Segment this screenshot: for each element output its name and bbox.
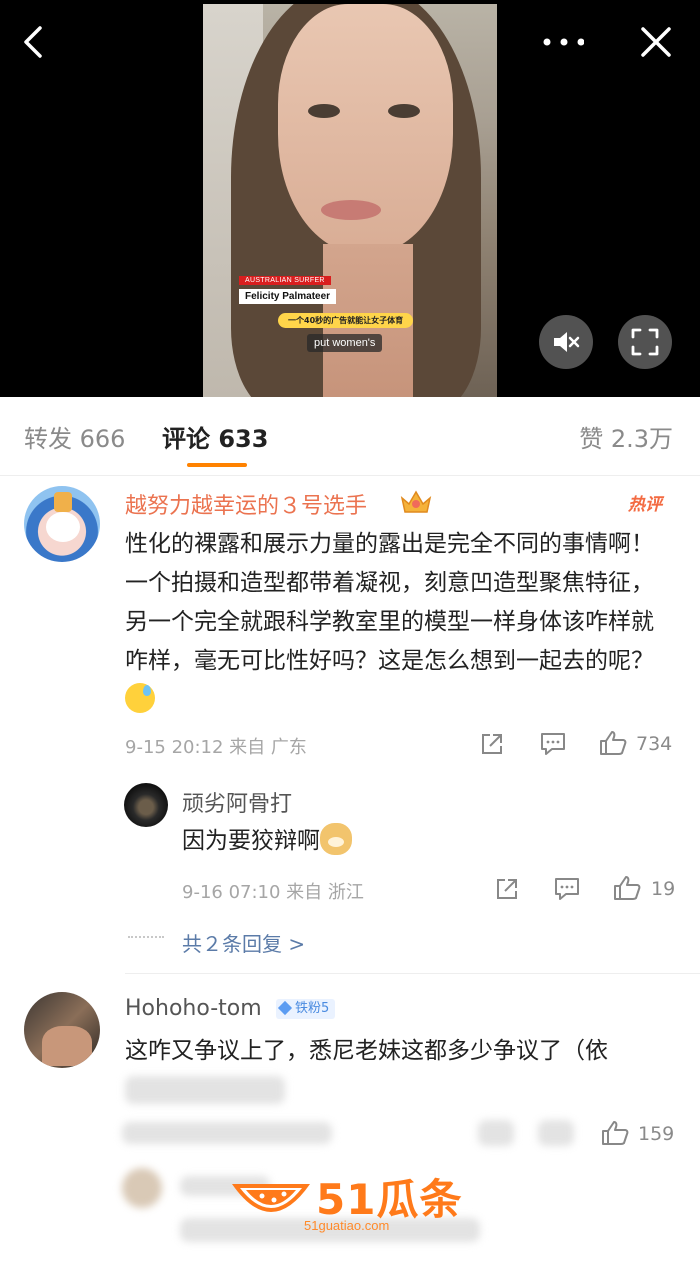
video-player[interactable]: AUSTRALIAN SURFER Felicity Palmateer 一个4… (0, 0, 700, 397)
tab-bar: 转发 666 评论 633 赞 2.3万 (0, 397, 700, 476)
fullscreen-button[interactable] (618, 315, 672, 369)
fan-level-badge: 铁粉5 (276, 999, 336, 1019)
comment-username[interactable]: 越努力越幸运的３号选手 (125, 488, 367, 520)
watermark-url: 51guatiao.com (304, 1218, 390, 1233)
reply-text: 因为要狡辩啊 (182, 822, 482, 861)
active-tab-indicator (187, 463, 247, 467)
comment-meta: 9-15 20:12 来自 广东 (125, 737, 307, 758)
diamond-icon (277, 1000, 293, 1016)
video-person-lips (321, 200, 381, 220)
more-dots-icon (543, 38, 585, 46)
watermelon-logo-icon (232, 1184, 310, 1212)
video-frame[interactable]: AUSTRALIAN SURFER Felicity Palmateer 一个4… (203, 4, 497, 397)
share-icon[interactable] (479, 731, 505, 757)
thumbs-up-icon[interactable] (612, 874, 642, 902)
share-icon[interactable] (494, 876, 520, 902)
like-count: 734 (636, 733, 673, 755)
close-button[interactable] (634, 20, 678, 64)
video-person-eye (388, 104, 420, 118)
avatar[interactable] (24, 992, 100, 1068)
doge-emoji-icon (320, 823, 352, 855)
fullscreen-icon (631, 328, 659, 356)
watermark: 51瓜条 51guatiao.com (228, 1166, 478, 1246)
like-count: 159 (638, 1123, 675, 1145)
comment-username[interactable]: Hohoho-tom (125, 996, 262, 1021)
reply-body: 因为要狡辩啊 (182, 828, 320, 854)
avatar[interactable] (24, 486, 100, 562)
tab-comments[interactable]: 评论 633 (162, 419, 268, 454)
back-button[interactable] (12, 20, 56, 64)
tab-likes[interactable]: 赞 2.3万 (579, 419, 673, 454)
replies-dots (128, 936, 164, 940)
mute-button[interactable] (539, 315, 593, 369)
like-count: 19 (651, 878, 676, 900)
avatar-hat (54, 492, 72, 512)
fan-badge-label: 铁粉5 (295, 1001, 330, 1016)
tab-repost[interactable]: 转发 666 (24, 419, 125, 454)
reply-meta: 9-16 07:10 来自 浙江 (182, 882, 364, 903)
lower-third-name: Felicity Palmateer (239, 289, 337, 304)
avatar-figure (42, 1026, 92, 1066)
blurred-action (538, 1120, 574, 1146)
thumbs-up-icon[interactable] (600, 1119, 630, 1147)
blurred-avatar (122, 1168, 162, 1208)
crown-icon (400, 490, 432, 513)
reply-username[interactable]: 顽劣阿骨打 (182, 786, 292, 818)
view-replies-link[interactable]: 共２条回复 > (182, 928, 305, 957)
comment-icon[interactable] (553, 876, 581, 902)
video-subtitle-en: put women's (307, 334, 383, 352)
sweat-smile-emoji-icon (125, 683, 155, 713)
hot-comment-badge: 热评 (628, 495, 662, 515)
comment-divider (125, 973, 700, 974)
speaker-muted-icon (554, 332, 580, 352)
blurred-text (125, 1076, 285, 1104)
blurred-meta (122, 1122, 332, 1144)
thumbs-up-icon[interactable] (598, 729, 628, 757)
avatar-face (46, 512, 80, 542)
more-button[interactable] (540, 20, 585, 64)
video-person-eye (308, 104, 340, 118)
comment-text: 性化的裸露和展示力量的露出是完全不同的事情啊！一个拍摄和造型都带着凝视，刻意凹造… (125, 525, 673, 720)
comment-icon[interactable] (539, 731, 567, 757)
chevron-left-icon (24, 26, 42, 58)
avatar[interactable] (124, 783, 168, 827)
comment-body: 性化的裸露和展示力量的露出是完全不同的事情啊！一个拍摄和造型都带着凝视，刻意凹造… (125, 531, 654, 674)
close-icon (641, 27, 671, 57)
comment-text: 这咋又争议上了，悉尼老妹这都多少争议了（依 (125, 1038, 608, 1064)
video-subtitle-zh: 一个40秒的广告就能让女子体育 (278, 313, 414, 328)
lower-third-tag: AUSTRALIAN SURFER (239, 276, 331, 285)
blurred-action (478, 1120, 514, 1146)
